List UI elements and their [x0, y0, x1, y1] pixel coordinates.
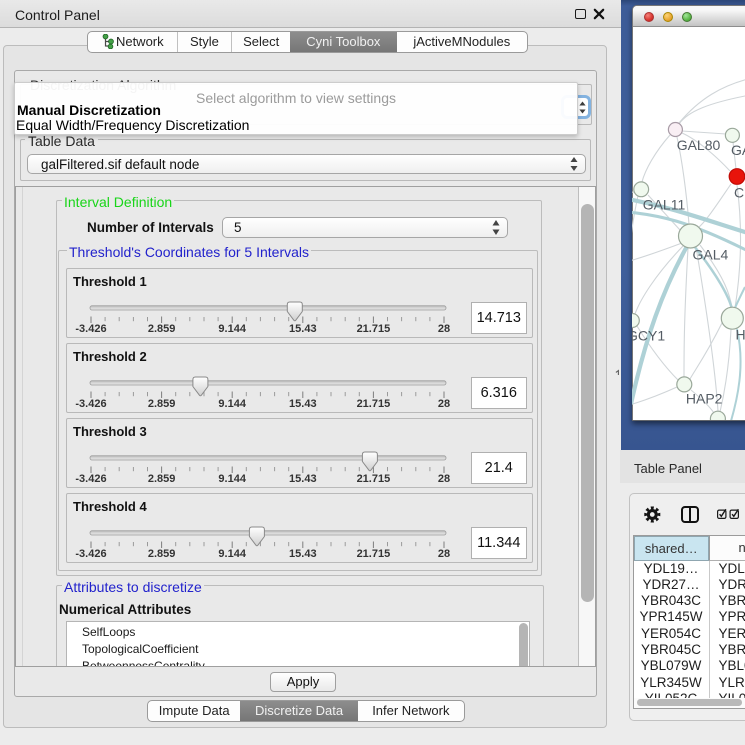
- svg-text:28: 28: [438, 473, 450, 485]
- svg-text:21.715: 21.715: [357, 398, 391, 410]
- svg-text:21.715: 21.715: [357, 473, 391, 485]
- svg-text:C: C: [734, 185, 744, 201]
- svg-text:-3.426: -3.426: [75, 323, 106, 335]
- svg-text:2.859: 2.859: [148, 323, 176, 335]
- svg-text:2.859: 2.859: [148, 398, 176, 410]
- svg-text:9.144: 9.144: [218, 473, 246, 485]
- svg-text:21.715: 21.715: [357, 323, 391, 335]
- svg-text:15.43: 15.43: [289, 398, 317, 410]
- svg-text:HAP2: HAP2: [686, 391, 723, 407]
- svg-text:-3.426: -3.426: [75, 398, 106, 410]
- svg-text:28: 28: [438, 323, 450, 335]
- svg-text:GAL11: GAL11: [643, 197, 686, 213]
- svg-text:GA: GA: [731, 142, 745, 158]
- svg-text:15.43: 15.43: [289, 323, 317, 335]
- svg-text:9.144: 9.144: [218, 548, 246, 560]
- svg-text:2.859: 2.859: [148, 473, 176, 485]
- svg-text:2.859: 2.859: [148, 548, 176, 560]
- svg-text:28: 28: [438, 548, 450, 560]
- svg-text:-3.426: -3.426: [75, 548, 106, 560]
- svg-text:9.144: 9.144: [218, 398, 246, 410]
- svg-text:H: H: [736, 327, 745, 343]
- svg-text:21.715: 21.715: [357, 548, 391, 560]
- svg-text:9.144: 9.144: [218, 323, 246, 335]
- svg-text:28: 28: [438, 398, 450, 410]
- svg-text:GCY1: GCY1: [632, 328, 665, 344]
- svg-text:GAL80: GAL80: [677, 137, 721, 153]
- svg-text:GAL4: GAL4: [693, 247, 729, 263]
- svg-text:15.43: 15.43: [289, 548, 317, 560]
- svg-text:-3.426: -3.426: [75, 473, 106, 485]
- svg-text:15.43: 15.43: [289, 473, 317, 485]
